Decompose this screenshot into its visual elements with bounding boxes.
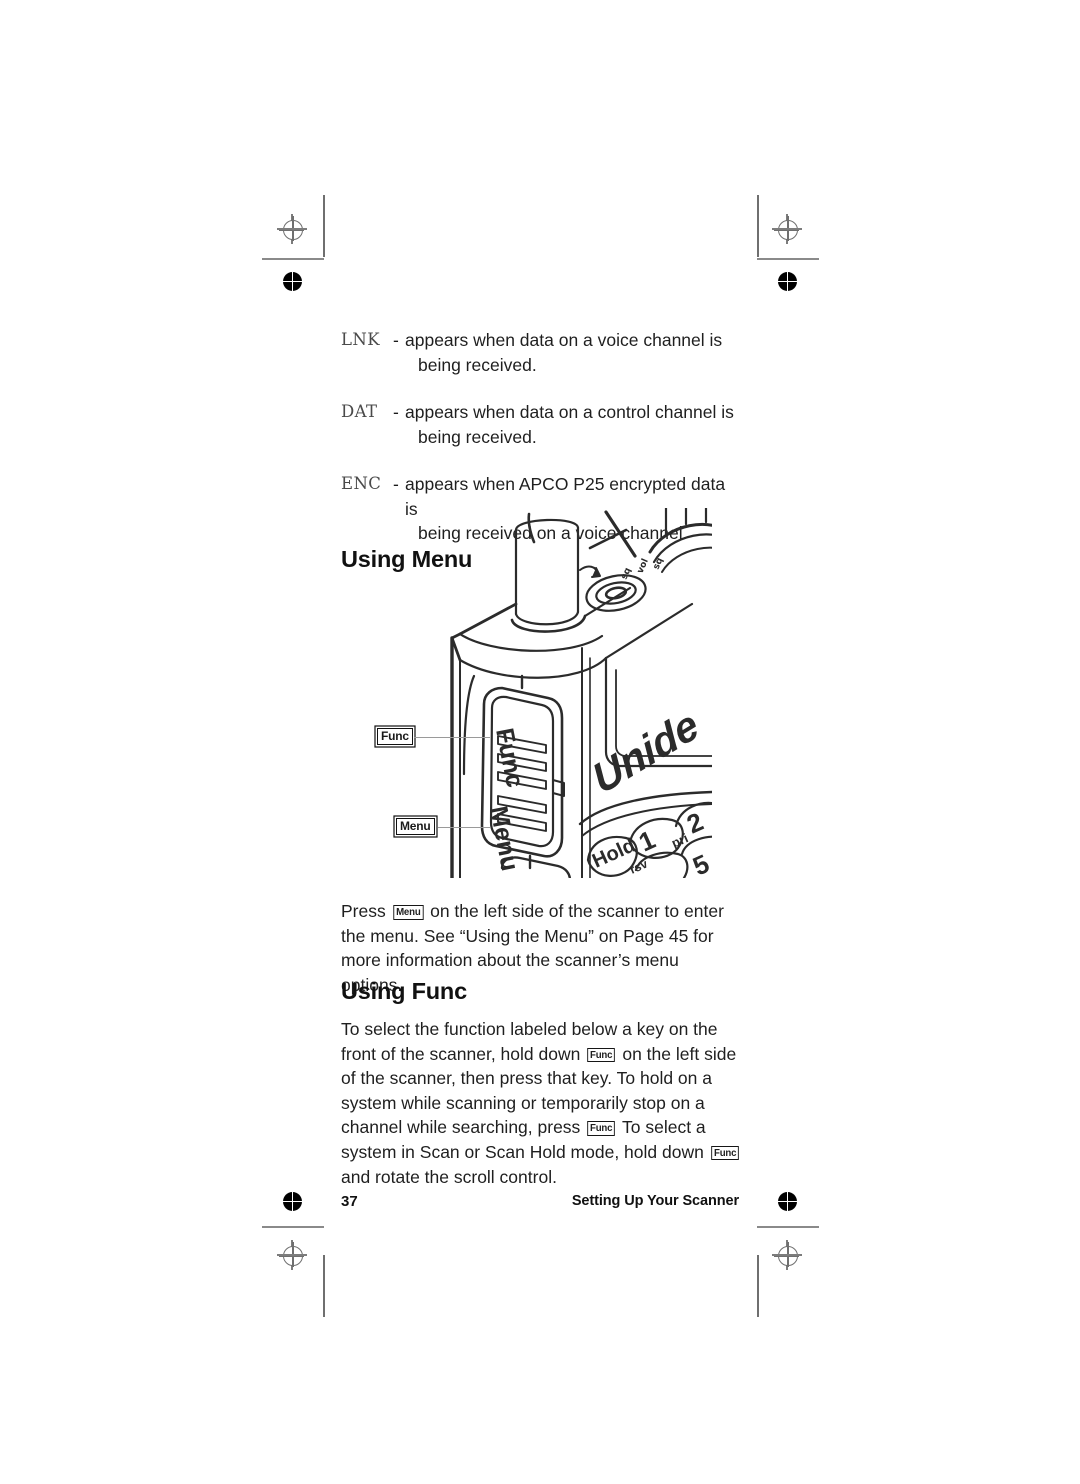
inline-key-func-2: Func <box>587 1121 616 1136</box>
trim-line-left-lower <box>262 1226 324 1228</box>
callout-leader-menu <box>438 827 490 829</box>
definition-row: LNK - appears when data on a voice chann… <box>341 328 741 377</box>
scanner-illustration: sq vol sq Func Menu Unide Hold 1 pri 2 5… <box>430 508 712 878</box>
svg-text:5: 5 <box>688 848 712 878</box>
registration-circle-icon <box>774 216 799 241</box>
svg-text:rsv: rsv <box>628 856 650 876</box>
trim-line-top-right <box>757 195 759 257</box>
indicator-description-line1: appears when data on a voice channel is <box>405 330 723 350</box>
registration-target-top-right <box>772 214 802 244</box>
indicator-term: LNK <box>341 330 380 349</box>
func-text-part4: and rotate the scroll control. <box>341 1166 557 1187</box>
indicator-term: ENC <box>341 474 382 493</box>
heading-using-func: Using Func <box>341 978 467 1004</box>
definition-dash: - <box>393 402 399 422</box>
definition-row: DAT - appears when data on a control cha… <box>341 400 741 449</box>
indicator-description-line1: appears when data on a control channel i… <box>405 402 734 422</box>
callout-menu: Menu <box>396 818 435 835</box>
manual-page: LNK - appears when data on a voice chann… <box>0 0 1080 1484</box>
svg-text:Menu: Menu <box>484 804 524 873</box>
registration-circle-icon <box>774 1242 799 1267</box>
inline-key-func-1: Func <box>587 1047 616 1063</box>
registration-target-bottom-left <box>277 1240 307 1270</box>
callout-func: Func <box>377 728 413 745</box>
registration-target-bottom-right <box>772 1240 802 1270</box>
trim-line-bottom-left <box>323 1255 325 1317</box>
indicator-description-line2: being received. <box>418 426 537 447</box>
indicator-term: DAT <box>341 402 378 421</box>
running-header-title: Setting Up Your Scanner <box>571 1193 739 1209</box>
svg-text:Func: Func <box>490 726 529 790</box>
callout-leader-func <box>414 737 490 739</box>
trim-line-top-left <box>323 195 325 257</box>
svg-text:vol: vol <box>636 557 651 575</box>
registration-dot-top-left <box>283 272 302 291</box>
trim-line-bottom-right <box>757 1255 759 1317</box>
menu-text-part1: Press <box>341 901 391 921</box>
paragraph-using-func: To select the function labeled below a k… <box>341 1017 745 1189</box>
definition-dash: - <box>393 330 399 350</box>
trim-line-right-upper <box>757 258 819 260</box>
indicator-description: appears when data on a voice channel is … <box>405 328 741 377</box>
trim-line-left-upper <box>262 258 324 260</box>
definition-dash: - <box>393 474 399 494</box>
indicator-description: appears when data on a control channel i… <box>405 400 741 449</box>
trim-line-right-lower <box>757 1226 819 1228</box>
registration-circle-icon <box>279 1242 304 1267</box>
page-footer: 37 Setting Up Your Scanner <box>0 1193 1080 1213</box>
svg-text:Unide: Unide <box>585 700 705 803</box>
registration-target-top-left <box>277 214 307 244</box>
inline-key-menu: Menu <box>392 905 423 920</box>
svg-text:pri: pri <box>669 830 690 850</box>
registration-circle-icon <box>279 216 304 241</box>
svg-text:sq: sq <box>620 566 634 581</box>
indicator-description-line2: being received. <box>418 354 537 375</box>
inline-key-func-3: Func <box>710 1145 739 1161</box>
registration-dot-top-right <box>778 272 797 291</box>
